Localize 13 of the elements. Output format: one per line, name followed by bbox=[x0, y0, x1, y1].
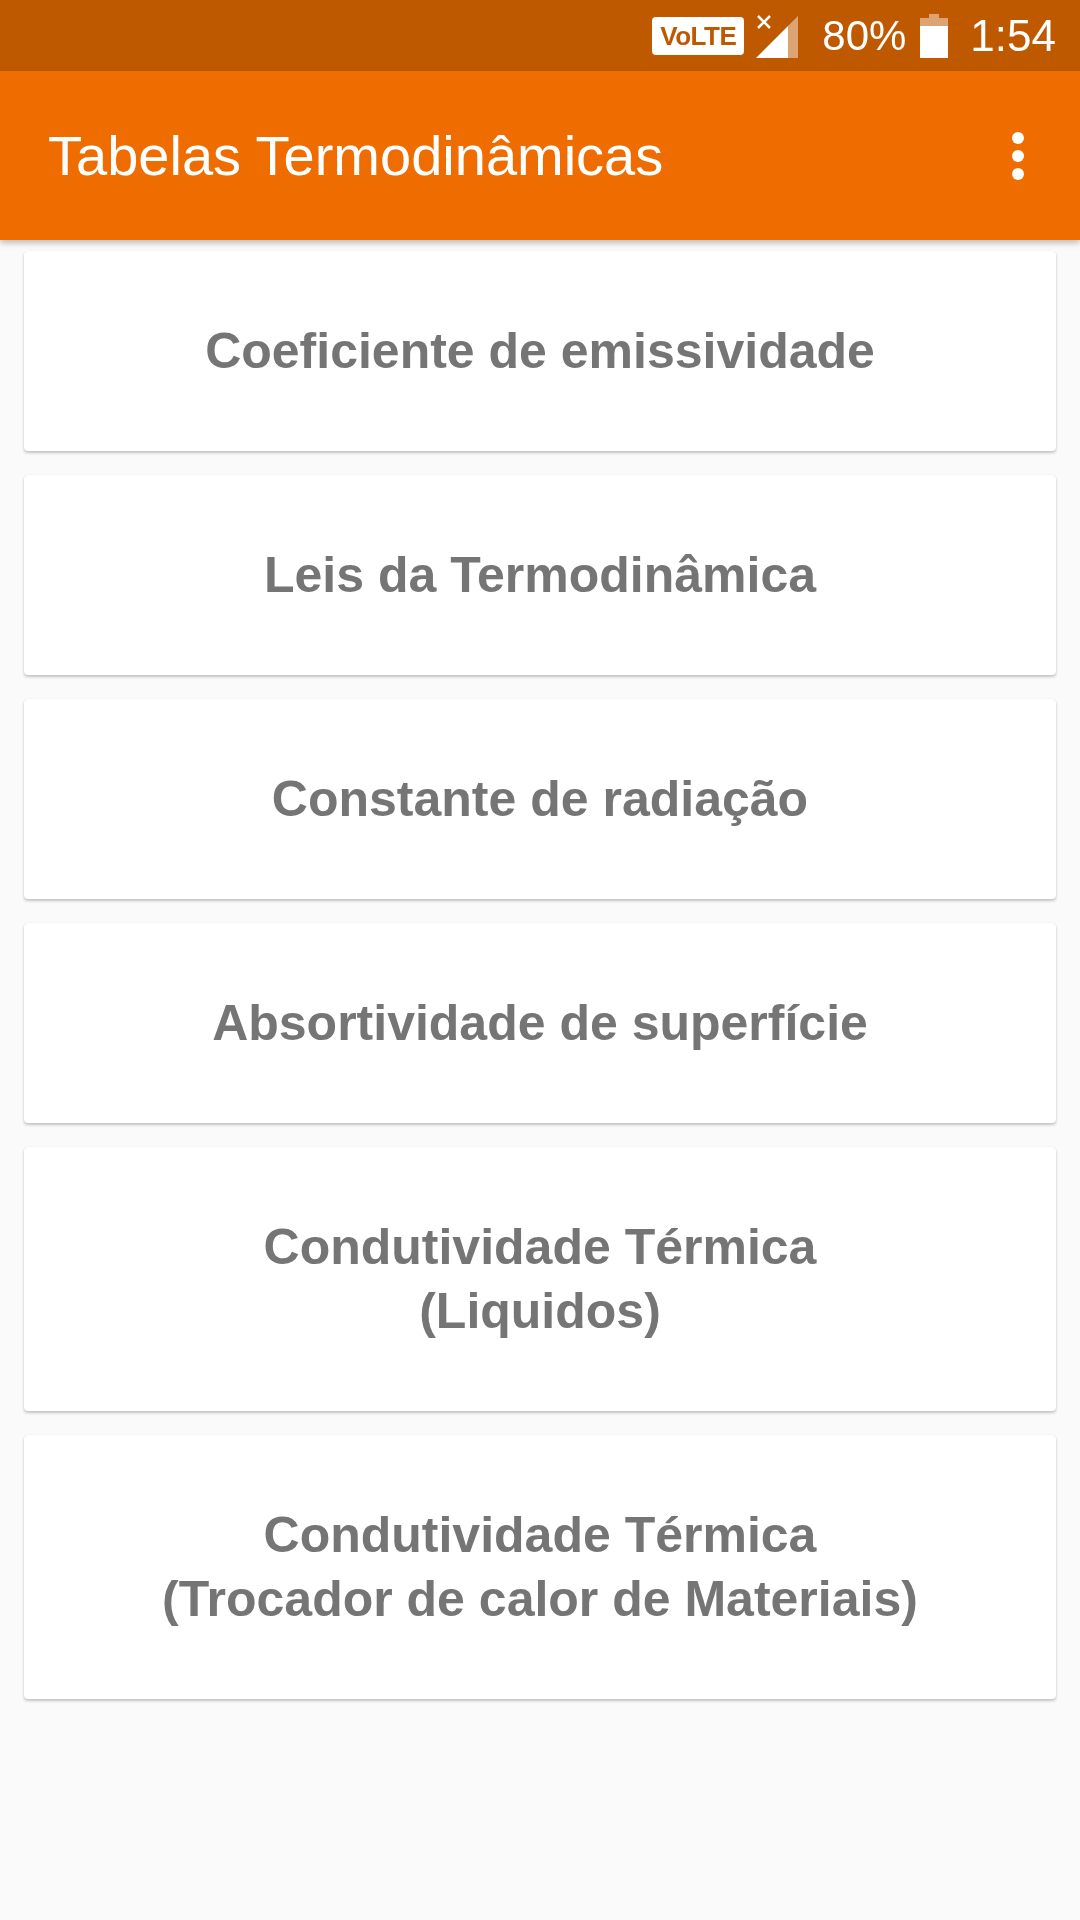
more-options-icon[interactable] bbox=[1010, 130, 1026, 181]
signal-icon bbox=[754, 13, 801, 58]
topic-button[interactable]: Constante de radiação bbox=[24, 699, 1056, 899]
topic-button[interactable]: Condutividade Térmica (Liquidos) bbox=[24, 1147, 1056, 1411]
topic-button[interactable]: Coeficiente de emissividade bbox=[24, 251, 1056, 451]
clock-time: 1:54 bbox=[970, 10, 1056, 61]
network-badge: VoLTE bbox=[652, 16, 745, 55]
topic-button[interactable]: Condutividade Térmica (Trocador de calor de Materiais) bbox=[24, 1435, 1056, 1699]
topic-button[interactable]: Leis da Termodinâmica bbox=[24, 475, 1056, 675]
battery-icon bbox=[920, 13, 949, 58]
app-title: Tabelas Termodinâmicas bbox=[48, 123, 665, 188]
battery-percent: 80% bbox=[822, 10, 907, 61]
topic-button[interactable]: Absortividade de superfície bbox=[24, 923, 1056, 1123]
